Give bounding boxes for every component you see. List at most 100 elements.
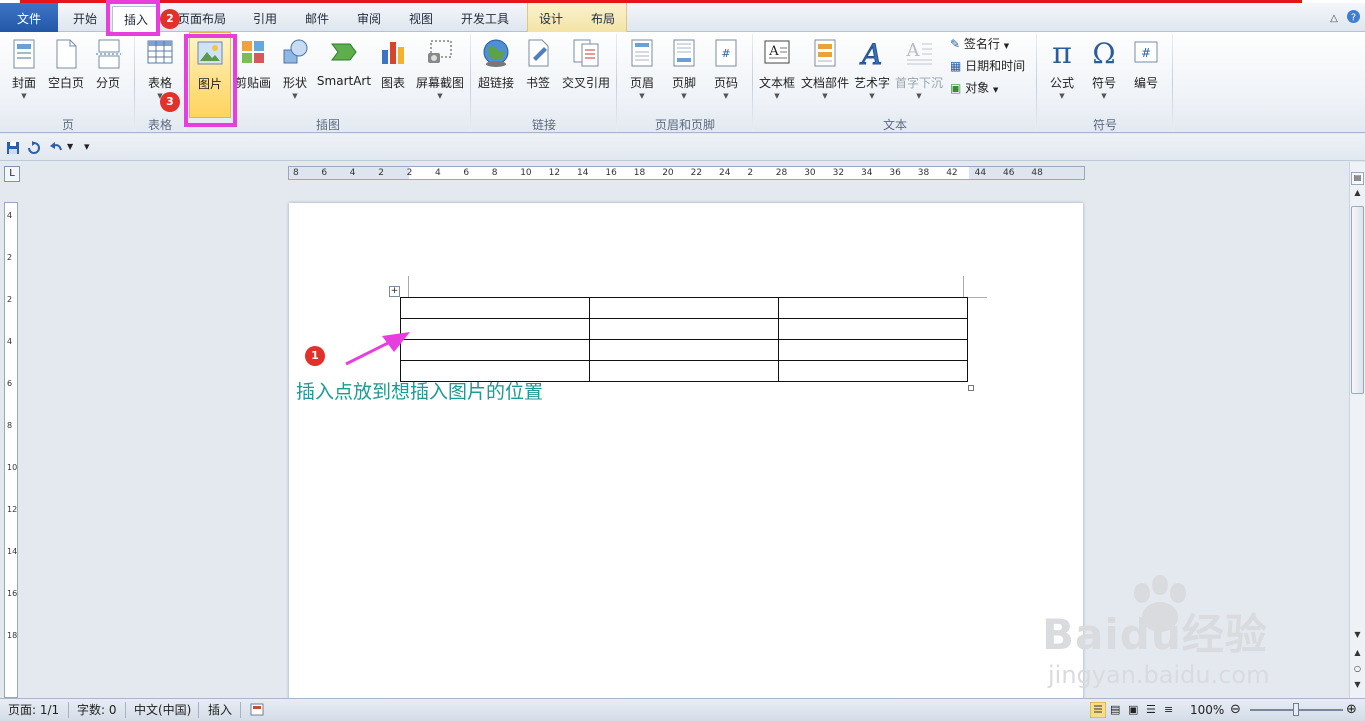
help-icon[interactable]: ? [1344,7,1362,33]
draft-icon[interactable]: ≡ [1164,699,1173,721]
cross-reference-label: 交叉引用 [561,76,610,90]
table-cell[interactable] [589,297,779,319]
scroll-up-icon[interactable]: ▲ [1351,188,1364,201]
svg-text:#: # [1141,46,1151,60]
vertical-ruler[interactable]: 4 2 2 4 6 8 10 12 14 16 18 [4,202,18,698]
horizontal-ruler[interactable]: 8 6 4 2 2 4 6 8 10 12 14 16 18 20 22 24 2 28 30 32 34 36 38 42 4… [288,166,1085,180]
zoom-slider-thumb[interactable] [1293,703,1299,716]
outline-icon[interactable]: ☰ [1146,699,1156,721]
zoom-in-icon[interactable]: ⊕ [1346,699,1357,721]
tab-home[interactable]: 开始 [62,6,108,32]
ruler-tick-label: 30 [804,168,816,178]
ruler-tick-label: 14 [577,168,589,178]
save-icon[interactable] [6,141,20,155]
dropdown-arrow-icon: ▼ [437,92,443,100]
tab-design[interactable]: 设计 [530,6,572,32]
screenshot-icon [428,40,452,63]
tab-mailings[interactable]: 邮件 [293,6,341,32]
clip-art-icon [242,41,264,63]
table-cell[interactable] [589,318,779,340]
undo-dropdown-icon[interactable]: ▼ [67,142,73,151]
status-language[interactable]: 中文(中国) [134,699,191,721]
table-cell[interactable] [589,360,779,382]
equation-button[interactable]: π 公式 ▼ [1042,32,1082,118]
ruler-tick-label: 38 [917,168,930,178]
svg-text:#: # [721,47,730,60]
page-number-button[interactable]: # 页码 ▼ [706,32,746,118]
table-cell[interactable] [589,339,779,361]
table-cell[interactable] [778,318,968,340]
table-cell[interactable] [400,318,590,340]
cover-page-label: 封面 [11,76,36,90]
wordart-button[interactable]: A 艺术字 ▼ [852,32,892,118]
previous-page-icon[interactable]: ▲ [1351,648,1364,661]
blank-page-button[interactable]: 空白页 [46,32,86,118]
bookmark-button[interactable]: 书签 [520,32,556,118]
cover-page-button[interactable]: 封面 ▼ [6,32,42,118]
cross-reference-button[interactable]: 交叉引用 [560,32,612,118]
object-button[interactable]: ▣ 对象 ▼ [950,78,998,98]
redo-icon[interactable] [27,141,41,155]
screenshot-button[interactable]: 屏幕截图 ▼ [414,32,466,118]
symbol-label: 符号 [1091,76,1116,90]
tab-page-layout[interactable]: 页面布局 [174,6,230,32]
print-layout-icon[interactable] [1090,702,1106,718]
zoom-out-icon[interactable]: ⊖ [1230,699,1241,721]
table-cell[interactable] [778,339,968,361]
next-page-icon[interactable]: ▼ [1351,680,1364,693]
status-insert-mode[interactable]: 插入 [208,699,232,721]
signature-line-button[interactable]: ✎ 签名行 ▼ [950,34,1009,54]
ruler-toggle-icon[interactable]: ▤ [1351,172,1364,185]
tab-references[interactable]: 引用 [240,6,290,32]
scroll-down-icon[interactable]: ▼ [1351,630,1364,643]
ruler-tick-label: 48 [1031,168,1043,178]
footer-button[interactable]: 页脚 ▼ [664,32,704,118]
equation-label: 公式 [1049,76,1074,90]
table-cell[interactable] [778,360,968,382]
minimize-ribbon-icon[interactable]: △ [1326,6,1342,32]
browse-object-icon[interactable]: ○ [1351,664,1364,677]
macro-record-icon[interactable] [250,703,264,716]
undo-icon[interactable] [49,141,63,155]
tab-table-layout[interactable]: 布局 [580,6,626,32]
page-break-button[interactable]: 分页 [90,32,126,118]
vertical-scrollbar[interactable]: ▤ ▲ ▼ ▲ ○ ▼ [1349,162,1365,698]
chart-button[interactable]: 图表 [375,32,411,118]
drop-cap-button[interactable]: A 首字下沉 ▼ [894,32,944,118]
ruler-tick-label: 36 [889,168,901,178]
full-screen-reading-icon[interactable]: ▤ [1110,699,1120,721]
tab-developer[interactable]: 开发工具 [452,6,518,32]
page-break-icon [96,39,121,69]
document-table[interactable] [400,297,968,382]
customize-qat-icon[interactable]: ▾ [84,140,90,153]
tab-file[interactable]: 文件 [0,3,58,35]
ruler-tick-label: 2 [7,295,13,304]
tab-selector[interactable]: L [4,166,20,182]
header-button[interactable]: 页眉 ▼ [622,32,662,118]
scrollbar-thumb[interactable] [1351,206,1364,394]
table-cell[interactable] [778,297,968,319]
status-page[interactable]: 页面: 1/1 [8,699,59,721]
text-box-button[interactable]: A 文本框 ▼ [756,32,798,118]
quick-parts-button[interactable]: 文档部件 ▼ [800,32,850,118]
tab-review[interactable]: 审阅 [345,6,393,32]
tab-view[interactable]: 视图 [397,6,445,32]
number-button[interactable]: # 编号 [1126,32,1166,118]
web-layout-icon[interactable]: ▣ [1128,699,1138,721]
status-words[interactable]: 字数: 0 [77,699,117,721]
table-cell[interactable] [400,339,590,361]
hyperlink-button[interactable]: 超链接 [474,32,518,118]
date-time-button[interactable]: ▦ 日期和时间 [950,56,1025,76]
smartart-button[interactable]: SmartArt [316,32,372,118]
step-badge-2: 2 [160,9,180,29]
symbol-button[interactable]: Ω 符号 ▼ [1084,32,1124,118]
hyperlink-label: 超链接 [477,76,514,90]
clip-art-button[interactable]: 剪贴画 [233,32,273,118]
table-move-handle-icon[interactable]: + [389,286,400,297]
shapes-button[interactable]: 形状 ▼ [277,32,313,118]
table-resize-handle[interactable] [968,385,974,391]
watermark-brand: Baidu经验 [1042,610,1268,659]
quick-parts-label: 文档部件 [800,76,849,90]
zoom-level[interactable]: 100% [1190,699,1224,721]
table-cell[interactable] [400,297,590,319]
